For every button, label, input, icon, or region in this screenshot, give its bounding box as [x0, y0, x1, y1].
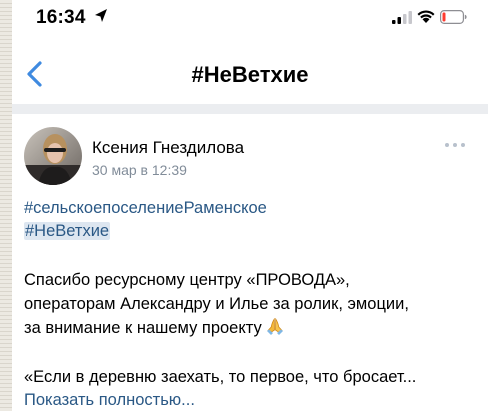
- background-edge: [0, 0, 12, 411]
- post-text-segment: за внимание к нашему проекту: [24, 319, 262, 337]
- more-options-icon[interactable]: [444, 140, 466, 150]
- battery-icon: [440, 10, 467, 24]
- section-divider: [12, 104, 488, 114]
- nav-bar: #НеВетхие: [12, 48, 488, 102]
- praying-hands-emoji-icon: [266, 318, 283, 335]
- location-arrow-icon: [95, 9, 107, 22]
- hashtag-link-highlighted[interactable]: #НеВетхие: [24, 222, 111, 240]
- author-name[interactable]: Ксения Гнездилова: [92, 138, 244, 158]
- status-bar: 16:34: [12, 0, 488, 36]
- screen: 16:34 #НеВетхие Ксения Гнездилова 30 мар…: [12, 0, 488, 411]
- hashtag-link[interactable]: #сельскоепоселениеРаменское: [24, 199, 267, 217]
- hashtag-line-1: #сельскоепоселениеРаменское: [24, 196, 484, 220]
- wifi-icon: [417, 10, 435, 23]
- page-title: #НеВетхие: [191, 62, 309, 87]
- post-text-line: Спасибо ресурсному центру «ПРОВОДА»,: [24, 271, 350, 289]
- avatar-photo: [24, 127, 82, 185]
- post-date[interactable]: 30 мар в 12:39: [92, 162, 187, 178]
- show-more-line: Показать полностью...: [24, 388, 484, 412]
- cellular-signal-icon: [392, 11, 412, 24]
- post-text-line: операторам Александру и Илье за ролик, э…: [24, 295, 409, 313]
- post-text-line: «Если в деревню заехать, то первое, что …: [24, 368, 417, 386]
- post-text-line-with-emoji: за внимание к нашему проекту: [24, 316, 484, 340]
- status-time: 16:34: [36, 7, 86, 28]
- show-more-link[interactable]: Показать полностью...: [24, 391, 195, 409]
- avatar[interactable]: [24, 127, 82, 185]
- hashtag-line-2: #НеВетхие: [24, 219, 484, 243]
